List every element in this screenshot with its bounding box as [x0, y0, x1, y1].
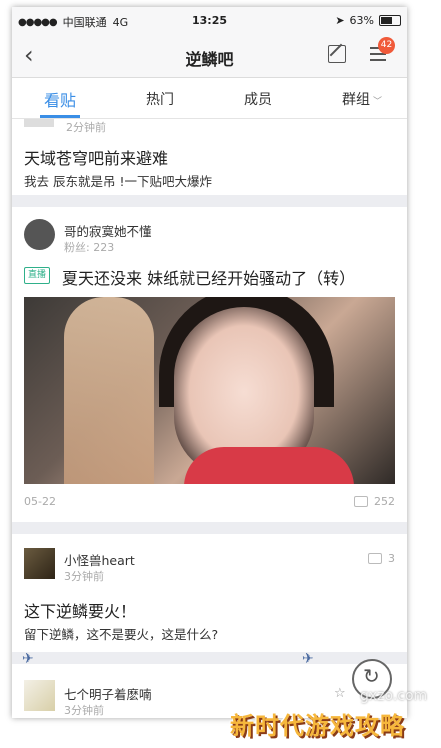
location-icon: ➤	[335, 14, 345, 27]
active-tab-indicator	[40, 115, 80, 118]
tab-posts[interactable]: 看贴	[44, 87, 76, 111]
post-date: 05-22	[24, 495, 56, 508]
post-excerpt: 我去 辰东就是吊 !一下贴吧大爆炸	[24, 174, 212, 189]
page-title: 逆鳞吧	[185, 50, 234, 69]
post-time: 3分钟前	[64, 570, 104, 583]
tab-bar: 看贴 热门 成员 群组 ﹀	[12, 78, 407, 119]
username[interactable]: 哥的寂寞她不懂	[64, 221, 152, 240]
tab-hot[interactable]: 热门	[146, 89, 174, 109]
comment-number: 252	[374, 495, 395, 508]
watermark-text: 新时代游戏攻略	[230, 712, 405, 740]
comment-icon	[368, 553, 382, 564]
username[interactable]: 七个明子着麽喃	[64, 684, 152, 703]
comment-number: 3	[388, 552, 395, 565]
photo-dress	[184, 447, 354, 484]
post-card[interactable]: 哥的寂寞她不懂 粉丝: 223 直播 夏天还没来 妹纸就已经开始骚动了（转） 0…	[12, 207, 407, 522]
watermark-url: gxzo.com	[360, 688, 428, 704]
nav-bar: ‹ 逆鳞吧 42	[12, 33, 407, 78]
avatar	[24, 119, 54, 127]
post-card[interactable]: 2分钟前 天域苍穹吧前来避难 我去 辰东就是吊 !一下贴吧大爆炸	[12, 119, 407, 195]
post-title: 夏天还没来 妹纸就已经开始骚动了（转）	[62, 269, 356, 288]
post-time: 3分钟前	[64, 704, 104, 717]
post-title: 天域苍穹吧前来避难	[24, 149, 169, 168]
post-image[interactable]	[24, 297, 395, 484]
battery-icon	[379, 15, 401, 26]
post-time: 2分钟前	[66, 121, 106, 134]
phone-screen: ●●●●● 中国联通 4G 13:25 ➤ 63% ‹ 逆鳞吧 42 看贴 热门…	[12, 7, 407, 718]
compose-icon[interactable]	[328, 45, 346, 63]
avatar[interactable]	[24, 219, 55, 250]
like-icon[interactable]: ☆	[334, 686, 346, 701]
tab-groups-label: 群组	[342, 92, 370, 108]
bird-decoration-icon: ✈	[22, 651, 34, 667]
bird-decoration-icon: ✈	[302, 651, 314, 667]
post-title: 这下逆鳞要火！	[24, 602, 137, 621]
avatar[interactable]	[24, 548, 55, 579]
battery-percent: 63%	[349, 14, 374, 27]
tab-members[interactable]: 成员	[244, 89, 272, 109]
status-bar: ●●●●● 中国联通 4G 13:25 ➤ 63%	[12, 7, 407, 33]
tab-groups[interactable]: 群组 ﹀	[342, 89, 382, 109]
avatar[interactable]	[24, 680, 55, 711]
notification-badge: 42	[378, 37, 395, 54]
photo-arm	[64, 297, 154, 484]
username[interactable]: 小怪兽heart	[64, 550, 135, 569]
post-excerpt: 留下逆鳞，这不是要火，这是什么?	[24, 627, 219, 642]
comment-icon	[354, 496, 368, 507]
comment-count[interactable]: 252	[354, 495, 395, 508]
live-badge: 直播	[24, 267, 51, 284]
post-card[interactable]: 小怪兽heart 3分钟前 3 这下逆鳞要火！ 留下逆鳞，这不是要火，这是什么?	[12, 534, 407, 652]
fan-count: 粉丝: 223	[64, 241, 115, 254]
comment-count[interactable]: 3	[368, 552, 395, 565]
chevron-down-icon: ﹀	[373, 97, 383, 107]
